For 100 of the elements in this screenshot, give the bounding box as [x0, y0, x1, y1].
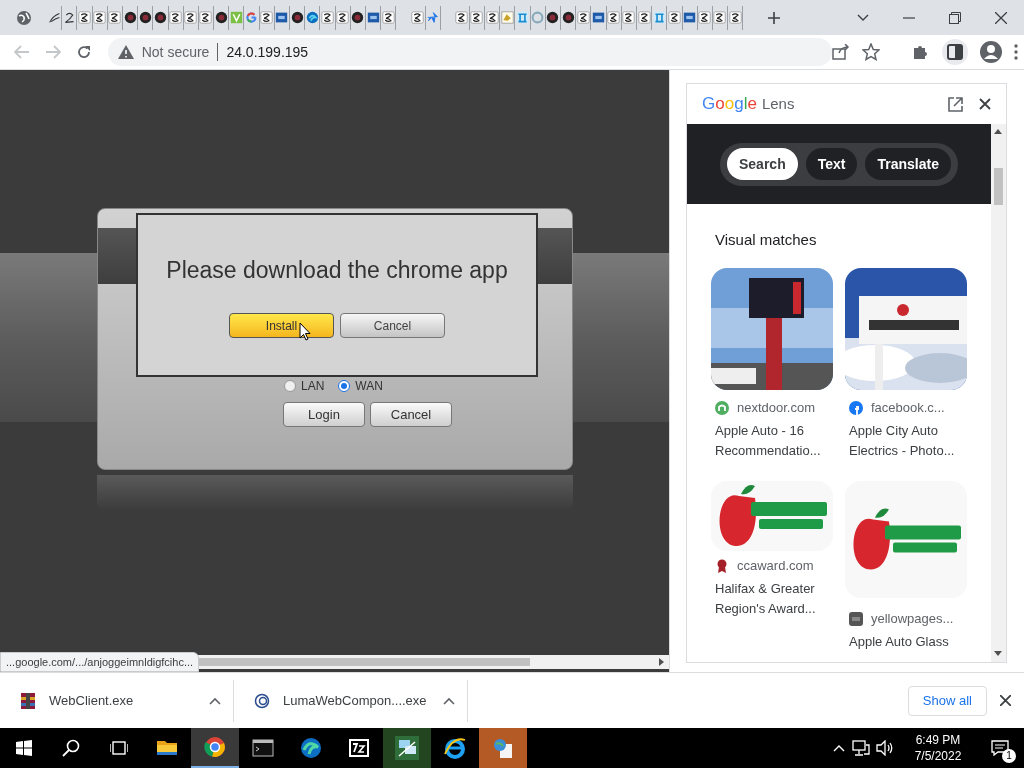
browser-tab[interactable] — [77, 5, 93, 30]
download-item[interactable]: WebClient.exe — [0, 679, 234, 722]
result-title[interactable]: Apple Auto - 16 Recommendatio... — [715, 420, 839, 461]
browser-tab[interactable] — [107, 5, 123, 30]
browser-tab[interactable] — [454, 5, 470, 30]
browser-tab[interactable] — [259, 5, 275, 30]
restore-icon[interactable] — [949, 11, 961, 24]
browser-tab[interactable] — [381, 5, 397, 30]
dark-circle-icon[interactable] — [153, 11, 167, 24]
login-form-button[interactable]: Cancel — [370, 402, 452, 427]
browser-tab[interactable] — [410, 5, 426, 30]
dark-circle-icon[interactable] — [546, 11, 560, 24]
radio-button[interactable] — [284, 380, 296, 392]
network-icon[interactable] — [852, 740, 870, 756]
browser-tab[interactable] — [606, 5, 622, 30]
chevron-down-icon[interactable] — [856, 13, 869, 22]
dialog-button[interactable]: Install — [229, 313, 334, 338]
browser-tab[interactable] — [62, 5, 78, 30]
plus-icon[interactable] — [767, 10, 781, 25]
open-in-new-icon[interactable] — [948, 96, 963, 112]
share-icon[interactable] — [832, 44, 850, 60]
puzzle-icon[interactable] — [912, 43, 930, 61]
volume-icon[interactable] — [876, 740, 894, 756]
result-title[interactable]: Apple City Auto Electrics - Photo... — [849, 420, 973, 461]
close-icon[interactable] — [1000, 695, 1011, 706]
browser-tab[interactable] — [138, 5, 154, 30]
square-icon[interactable] — [366, 11, 380, 24]
browser-tab[interactable] — [350, 5, 366, 30]
star-icon[interactable] — [862, 43, 880, 61]
vertical-scrollbar[interactable] — [991, 124, 1006, 662]
browser-tab[interactable] — [168, 5, 184, 30]
notification-button[interactable]: 1 — [976, 728, 1024, 768]
task-view-icon[interactable] — [110, 740, 128, 756]
radio-button[interactable] — [338, 380, 351, 392]
minimize-icon[interactable] — [903, 16, 915, 19]
search-icon[interactable] — [62, 739, 80, 757]
browser-tab[interactable] — [214, 5, 230, 30]
pillar-icon[interactable] — [516, 11, 530, 24]
globe-icon[interactable] — [15, 9, 32, 26]
browser-tab[interactable] — [561, 5, 577, 30]
browser-tab[interactable] — [290, 5, 306, 30]
menu-icon[interactable] — [1014, 44, 1018, 60]
chevron-up-icon[interactable] — [833, 744, 845, 752]
browser-tab[interactable] — [712, 5, 729, 30]
square-icon[interactable] — [275, 11, 289, 24]
wave-icon[interactable] — [305, 11, 319, 24]
browser-tab[interactable] — [621, 5, 637, 30]
dark-circle-icon[interactable] — [561, 11, 575, 24]
scroll-up-icon[interactable] — [994, 129, 1002, 134]
profile-icon[interactable] — [980, 41, 1002, 63]
dark-circle-icon[interactable] — [351, 11, 365, 24]
browser-tab[interactable] — [320, 5, 336, 30]
windows-start-icon[interactable] — [15, 740, 32, 756]
caret-up-icon[interactable] — [209, 696, 221, 705]
scroll-thumb[interactable] — [994, 168, 1003, 205]
source-site[interactable]: facebook.c... — [871, 397, 945, 418]
dark-circle-icon[interactable] — [138, 11, 152, 24]
mode-tab[interactable]: Search — [727, 148, 798, 180]
dark-circle-icon[interactable] — [214, 11, 228, 24]
side-panel-button[interactable] — [942, 39, 968, 65]
mode-tab[interactable]: Translate — [865, 148, 951, 180]
browser-tab[interactable] — [122, 5, 139, 30]
dialog-button[interactable]: Cancel — [340, 313, 445, 338]
caret-up-icon[interactable] — [443, 696, 455, 705]
feather-icon[interactable] — [47, 11, 61, 24]
browser-tab[interactable] — [728, 5, 744, 30]
close-icon[interactable] — [979, 98, 991, 110]
address-bar[interactable]: Not secure 24.0.199.195 — [107, 38, 832, 66]
browser-tab[interactable] — [92, 5, 108, 30]
reload-icon[interactable] — [76, 44, 93, 60]
source-site[interactable]: nextdoor.com — [737, 397, 816, 418]
browser-tab[interactable] — [667, 5, 683, 30]
browser-tab[interactable] — [545, 5, 561, 30]
dark-circle-icon[interactable] — [123, 11, 137, 24]
source-site[interactable]: yellowpages... — [871, 608, 954, 629]
taskbar-app-button[interactable] — [191, 728, 239, 768]
result-title[interactable]: Apple Auto Glass — [849, 631, 973, 652]
login-form-button[interactable]: Login — [283, 402, 365, 427]
square-icon[interactable] — [591, 11, 605, 24]
browser-tab[interactable] — [335, 5, 351, 30]
browser-tab[interactable] — [153, 5, 169, 30]
square-icon[interactable] — [683, 11, 697, 24]
scroll-right-icon[interactable] — [659, 658, 664, 666]
browser-tab[interactable] — [47, 5, 63, 30]
browser-tab[interactable] — [469, 5, 486, 30]
source-site[interactable]: ccaward.com — [737, 555, 814, 576]
show-all-button[interactable]: Show all — [907, 685, 987, 716]
clock[interactable]: 6:49 PM 7/5/2022 — [902, 732, 974, 764]
browser-tab[interactable] — [636, 5, 653, 30]
browser-tab[interactable] — [183, 5, 199, 30]
browser-tab[interactable] — [485, 5, 501, 30]
browser-tab[interactable] — [576, 5, 592, 30]
browser-tab[interactable] — [697, 5, 713, 30]
scroll-down-icon[interactable] — [994, 651, 1002, 656]
dark-circle-icon[interactable] — [290, 11, 304, 24]
download-item[interactable]: LumaWebCompon....exe — [234, 679, 468, 722]
close-icon[interactable] — [995, 11, 1007, 24]
result-title[interactable]: Halifax & Greater Region's Award... — [715, 578, 839, 619]
mode-tab[interactable]: Text — [805, 148, 858, 180]
taskbar-app-button[interactable] — [383, 728, 431, 768]
